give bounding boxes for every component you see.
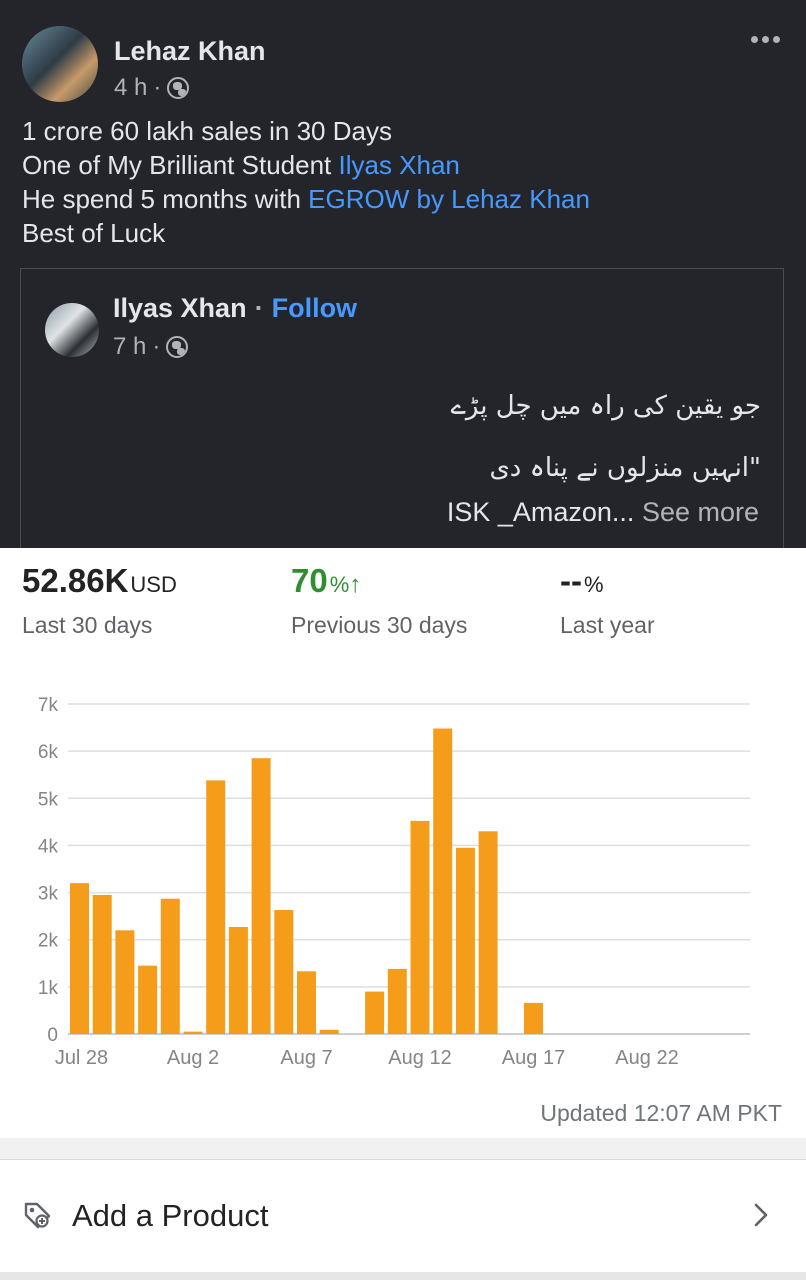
x-tick-label: Aug 12 — [388, 1047, 451, 1069]
last-year-label: Last year — [560, 612, 655, 638]
arrow-up-icon: ↑ — [349, 571, 362, 598]
y-tick-label: 5k — [38, 789, 59, 810]
post-line-1: 1 crore 60 lakh sales in 30 Days — [22, 116, 392, 146]
x-tick-label: Aug 22 — [615, 1047, 678, 1069]
shared-author-avatar[interactable] — [45, 303, 99, 357]
y-tick-label: 3k — [38, 884, 59, 905]
updated-timestamp: Updated 12:07 AM PKT — [540, 1100, 782, 1126]
snippet-text: ISK _Amazon... — [446, 497, 642, 527]
post-meta: 4 h · — [114, 74, 190, 102]
post-header: Lehaz Khan 4 h · — [22, 26, 792, 106]
globe-icon — [167, 77, 190, 99]
x-tick-label: Aug 7 — [280, 1047, 332, 1069]
x-tick-label: Aug 2 — [167, 1047, 219, 1069]
shared-meta: 7 h · — [113, 333, 189, 361]
post-line-2: One of My Brilliant Student Ilyas Xhan — [22, 148, 590, 182]
y-tick-label: 4k — [38, 836, 59, 857]
sales-label: Last 30 days — [22, 612, 153, 638]
add-product-button[interactable]: Add a Product — [0, 1160, 806, 1272]
post-line-3: He spend 5 months with EGROW by Lehaz Kh… — [22, 182, 590, 216]
post-line-3-text: He spend 5 months with — [22, 184, 309, 214]
sales-value: 52.86K — [22, 562, 129, 599]
globe-icon — [166, 336, 189, 358]
y-tick-label: 2k — [38, 931, 59, 952]
facebook-post: Lehaz Khan 4 h · 1 crore 60 lakh sales i… — [0, 0, 806, 558]
bar-aug-6[interactable] — [274, 910, 294, 1034]
bar-aug-2[interactable] — [183, 1031, 203, 1034]
sales-bar-chart: 0 1k 2k 3k 4k 5k 6k 7k Jul 28 Aug 2 Aug 7 Aug 12 Aug… — [38, 695, 750, 1069]
sales-dashboard: 52.86KUSD Last 30 days 70%↑ Previous 30 … — [0, 548, 806, 1138]
add-product-label: Add a Product — [72, 1198, 269, 1233]
follow-button[interactable]: Follow — [272, 293, 357, 324]
x-tick-label: Jul 28 — [55, 1047, 108, 1069]
bar-aug-11[interactable] — [387, 968, 407, 1034]
bar-aug-13[interactable] — [433, 728, 453, 1034]
last-year-unit: % — [583, 572, 604, 597]
post-line-4: Best of Luck — [22, 218, 166, 248]
bar-aug-17[interactable] — [524, 1002, 543, 1034]
post-line-2-text: One of My Brilliant Student — [22, 150, 339, 180]
bar-aug-10[interactable] — [365, 991, 385, 1034]
shared-author-row: Ilyas Xhan · Follow — [113, 293, 357, 324]
bar-aug-1[interactable] — [160, 898, 180, 1034]
bar-aug-14[interactable] — [455, 847, 475, 1034]
bar-aug-15[interactable] — [478, 831, 498, 1034]
tag-icon — [24, 1202, 51, 1229]
last-year-value: -- — [560, 562, 582, 599]
stat-sales: 52.86KUSD Last 30 days — [22, 562, 177, 639]
sales-unit: USD — [130, 572, 177, 597]
y-tick-label: 7k — [38, 695, 59, 716]
author-avatar[interactable] — [22, 26, 98, 102]
dot-icon — [773, 36, 780, 43]
bar-aug-7[interactable] — [297, 971, 316, 1034]
bar-jul-29[interactable] — [92, 894, 112, 1034]
post-author-name[interactable]: Lehaz Khan — [114, 36, 266, 67]
y-tick-label: 1k — [38, 978, 59, 999]
more-options-button[interactable] — [751, 36, 780, 43]
post-time[interactable]: 4 h — [114, 74, 147, 102]
dot-icon — [751, 36, 758, 43]
stat-growth: 70%↑ Previous 30 days — [291, 562, 467, 639]
meta-dot: · — [153, 74, 162, 101]
urdu-line-1: جو یقین کی راہ میں چل پڑے — [450, 391, 761, 421]
y-tick-label: 6k — [38, 742, 59, 763]
bar-aug-5[interactable] — [251, 758, 271, 1034]
bar-aug-8[interactable] — [319, 1029, 339, 1034]
bar-aug-3[interactable] — [206, 780, 226, 1034]
chevron-right-icon — [754, 1203, 768, 1227]
meta-dot: · — [152, 333, 161, 360]
bar-jul-30[interactable] — [115, 930, 135, 1034]
shared-snippet: ISK _Amazon... See more — [447, 497, 759, 528]
student-mention-link[interactable]: Ilyas Xhan — [338, 150, 459, 180]
bar-jul-31[interactable] — [138, 965, 158, 1034]
growth-unit: % — [329, 572, 350, 597]
separator-dot: · — [254, 293, 264, 323]
y-tick-label: 0 — [47, 1025, 58, 1046]
stat-last-year: --% Last year — [560, 562, 655, 639]
urdu-line-2: "انہیں منزلوں نے پناہ دی — [489, 453, 761, 483]
shared-post[interactable]: Ilyas Xhan · Follow 7 h · جو یقین کی راہ… — [20, 268, 784, 558]
post-text: 1 crore 60 lakh sales in 30 Days One of … — [22, 114, 590, 250]
growth-label: Previous 30 days — [291, 612, 468, 638]
egrow-mention-link[interactable]: EGROW by Lehaz Khan — [308, 184, 590, 214]
shared-time[interactable]: 7 h — [113, 333, 146, 361]
section-divider — [0, 1138, 806, 1160]
x-tick-label: Aug 17 — [502, 1047, 565, 1069]
dot-icon — [762, 36, 769, 43]
bar-aug-4[interactable] — [228, 926, 248, 1034]
bottom-divider — [0, 1272, 806, 1280]
growth-value: 70 — [291, 562, 328, 599]
bar-aug-12[interactable] — [410, 820, 430, 1034]
see-more-link[interactable]: See more — [642, 497, 759, 527]
shared-author-name[interactable]: Ilyas Xhan — [113, 293, 247, 324]
bar-jul-28[interactable] — [70, 883, 89, 1034]
